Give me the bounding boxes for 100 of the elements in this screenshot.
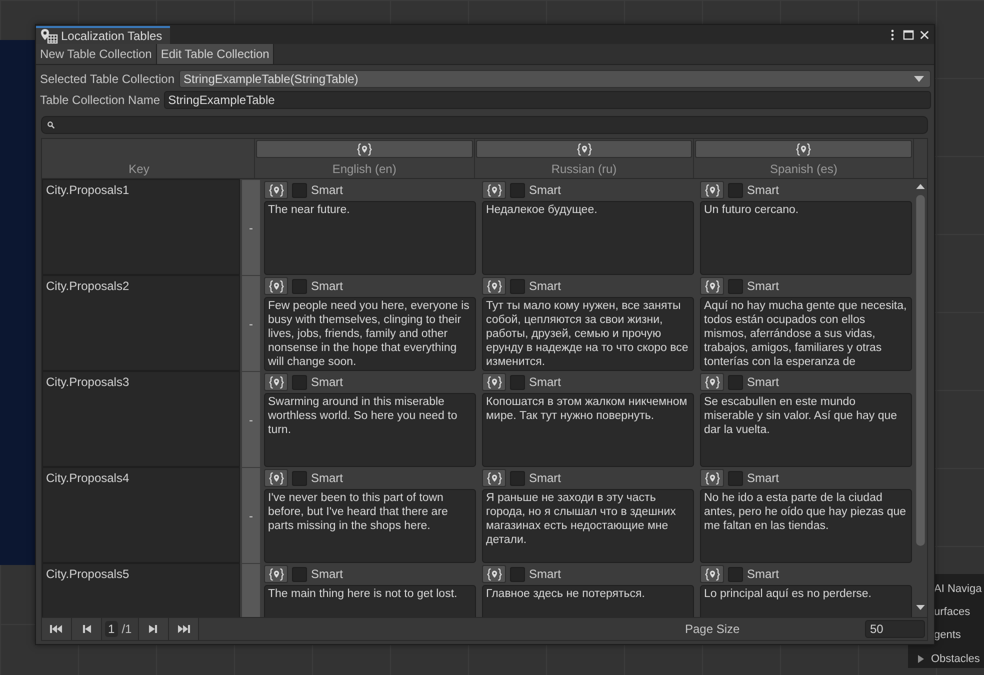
smart-checkbox[interactable] (728, 278, 743, 294)
locale-button[interactable] (264, 277, 288, 295)
translation-field[interactable]: The main thing here is not to get lost. (264, 585, 476, 617)
remove-button[interactable]: - (242, 468, 260, 563)
remove-button[interactable]: - (242, 372, 260, 467)
locale-button[interactable] (700, 469, 724, 487)
checkbox-label: Smart (311, 471, 344, 485)
checkbox-label: Smart (529, 183, 562, 197)
navigation-item[interactable]: urfaces (934, 606, 970, 618)
braces-pin-icon (486, 376, 502, 388)
smart-checkbox[interactable] (510, 182, 525, 198)
translation-field[interactable]: Un futuro cercano. (700, 201, 912, 275)
braces-pin-icon (356, 142, 372, 156)
tab[interactable]: New Table Collection (36, 44, 157, 64)
smart-checkbox[interactable] (292, 374, 307, 390)
locale-button[interactable] (482, 181, 506, 199)
window-tab[interactable]: Localization Tables (36, 26, 170, 44)
checkbox-label: Smart (747, 375, 780, 389)
translation-field[interactable]: Главное здесь не потеряться. (482, 585, 694, 617)
last-page-button[interactable] (168, 618, 199, 640)
locale-button[interactable] (700, 373, 724, 391)
smart-checkbox[interactable] (292, 278, 307, 294)
smart-checkbox[interactable] (728, 182, 743, 198)
locale-button[interactable] (264, 565, 288, 583)
key-cell: City.Proposals1 (42, 179, 240, 275)
locale-button[interactable] (264, 373, 288, 391)
smart-checkbox[interactable] (728, 566, 743, 582)
smart-checkbox[interactable] (728, 374, 743, 390)
checkbox-label: Smart (529, 471, 562, 485)
table-collection-dropdown[interactable]: StringExampleTable(StringTable) (178, 70, 931, 88)
locale-button[interactable] (700, 565, 724, 583)
smart-checkbox[interactable] (728, 470, 743, 486)
page-size-field[interactable]: 50 (865, 620, 925, 638)
braces-pin-icon (704, 184, 720, 196)
first-page-button[interactable] (42, 618, 72, 640)
pin-grid-icon (40, 28, 58, 44)
locale-button[interactable] (482, 565, 506, 583)
previous-page-button[interactable] (72, 618, 102, 640)
search-field[interactable] (41, 116, 928, 134)
translation-field[interactable]: Few people need you here, everyone is busy with themselves, clinging to their lives, jobs, friends, family and other nonsense in the hope that everything will change soon. (264, 297, 476, 371)
braces-pin-icon (486, 472, 502, 484)
locale-button[interactable] (264, 469, 288, 487)
locale-button[interactable] (700, 181, 724, 199)
translation-field[interactable]: Aquí no hay mucha gente que necesita, todos están ocupados con ellos mismos, aferrándose a sus vidas, trabajos, amigos, familiares y otras tonterías con la esperanza de (700, 297, 912, 371)
translation-field[interactable]: Недалекое будущее. (482, 201, 694, 275)
key-cell: City.Proposals2 (42, 275, 240, 371)
field-label: Selected Table Collection (40, 72, 176, 86)
translation-field[interactable]: Копошатся в этом жалком никчемном мире. Так тут нужно повернуть. (482, 393, 694, 467)
locale-button[interactable] (482, 469, 506, 487)
next-page-button[interactable] (138, 618, 169, 640)
navigation-item[interactable]: Obstacles (931, 652, 980, 664)
checkbox-label: Smart (311, 279, 344, 293)
column-header: Russian (ru) (550, 161, 618, 178)
smart-checkbox[interactable] (510, 278, 525, 294)
locale-button[interactable] (482, 373, 506, 391)
braces-pin-icon (268, 376, 284, 388)
caret-icon (914, 76, 924, 82)
checkbox-label: Smart (747, 567, 780, 581)
translation-field[interactable]: No he ido a esta parte de la ciudad antes, pero he oído que hay piezas que me faltan en las tiendas. (700, 489, 912, 563)
checkbox-label: Smart (747, 471, 780, 485)
locale-button[interactable] (700, 277, 724, 295)
checkbox-label: Smart (311, 567, 344, 581)
checkbox-label: Smart (747, 279, 780, 293)
smart-checkbox[interactable] (510, 470, 525, 486)
checkbox-label: Smart (311, 183, 344, 197)
braces-pin-icon (704, 376, 720, 388)
braces-pin-icon (704, 568, 720, 580)
smart-checkbox[interactable] (292, 566, 307, 582)
checkbox-label: Smart (529, 375, 562, 389)
maximize-icon[interactable] (903, 28, 914, 40)
translation-field[interactable]: Тут ты мало кому нужен, все заняты собой, цепляются за свои жизни, работы, друзей, семью и прочую ерунду в надежде на то что скоро все изменится. (482, 297, 694, 371)
smart-checkbox[interactable] (292, 182, 307, 198)
remove-button[interactable]: - (242, 180, 260, 275)
translation-field[interactable]: Se escabullen en este mundo miserable y sin valor. Así que hay que dar la vuelta. (700, 393, 912, 467)
close-icon[interactable] (919, 28, 930, 40)
key-cell: City.Proposals4 (42, 467, 240, 563)
table-name-field[interactable]: StringExampleTable (164, 90, 931, 108)
braces-pin-icon (486, 280, 502, 292)
tab[interactable]: Edit Table Collection (156, 44, 274, 64)
page-number-field[interactable]: 1 (105, 621, 118, 637)
foldout-arrow-icon[interactable] (917, 654, 925, 662)
smart-checkbox[interactable] (510, 566, 525, 582)
translation-field[interactable]: Swarming around in this miserable worthless world. So here you need to turn. (264, 393, 476, 467)
translation-field[interactable]: Lo principal aquí es no perderse. (700, 585, 912, 617)
locale-button[interactable] (482, 277, 506, 295)
translation-field[interactable]: I've never been to this part of town before, but I've heard that there are parts missing in the shops here. (264, 489, 476, 563)
column-header: English (en) (331, 161, 398, 178)
next-page-icon (148, 624, 158, 634)
remove-button[interactable]: - (242, 276, 260, 371)
translation-field[interactable]: The near future. (264, 201, 476, 275)
braces-pin-icon (268, 568, 284, 580)
smart-checkbox[interactable] (510, 374, 525, 390)
search-icon (47, 121, 55, 129)
translation-field[interactable]: Я раньше не заходи в эту часть города, но я слышал что в здешних магазинах есть недостающие мне детали. (482, 489, 694, 563)
smart-checkbox[interactable] (292, 470, 307, 486)
checkbox-label: Smart (311, 375, 344, 389)
column-header: Spanish (es) (768, 161, 838, 178)
braces-pin-icon (268, 280, 284, 292)
locale-button[interactable] (264, 181, 288, 199)
navigation-item[interactable]: gents (934, 628, 961, 640)
